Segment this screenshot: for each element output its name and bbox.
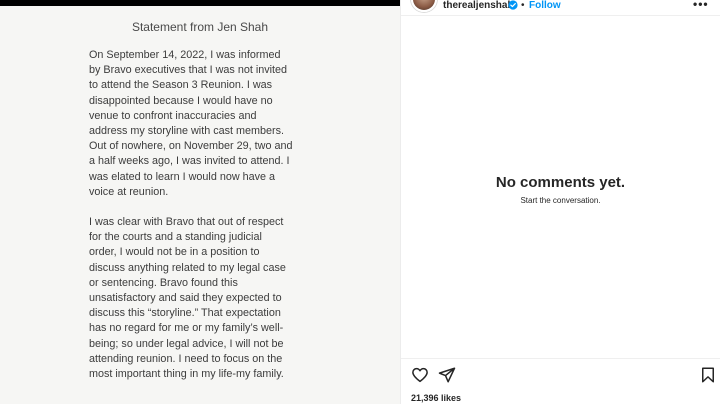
share-icon[interactable] bbox=[438, 366, 456, 384]
separator-dot: • bbox=[521, 0, 525, 11]
statement-paragraph: I was clear with Bravo that out of respe… bbox=[89, 216, 286, 381]
avatar[interactable] bbox=[411, 0, 437, 12]
more-options-icon[interactable]: ••• bbox=[693, 0, 709, 10]
no-comments-title: No comments yet. bbox=[495, 174, 626, 191]
statement-body: On September 14, 2022, I was informed by… bbox=[89, 48, 315, 397]
post-sidebar: therealjenshah • Follow ••• No comments … bbox=[401, 0, 720, 404]
post-header: therealjenshah • Follow ••• bbox=[401, 0, 720, 16]
statement-paragraph: On September 14, 2022, I was informed by… bbox=[89, 49, 293, 198]
start-conversation-text: Start the conversation. bbox=[520, 196, 601, 205]
bookmark-icon[interactable] bbox=[699, 366, 717, 384]
follow-button[interactable]: Follow bbox=[529, 0, 561, 11]
image-top-bar bbox=[0, 0, 400, 6]
actions-divider bbox=[401, 358, 720, 359]
heart-icon[interactable] bbox=[411, 366, 429, 384]
verified-badge-icon bbox=[508, 0, 518, 10]
header-divider bbox=[401, 15, 720, 16]
statement-title: Statement from Jen Shah bbox=[131, 20, 269, 34]
post-image: Statement from Jen Shah On September 14,… bbox=[0, 0, 400, 404]
username-link[interactable]: therealjenshah bbox=[443, 0, 514, 11]
likes-count[interactable]: 21,396 likes bbox=[411, 393, 461, 403]
